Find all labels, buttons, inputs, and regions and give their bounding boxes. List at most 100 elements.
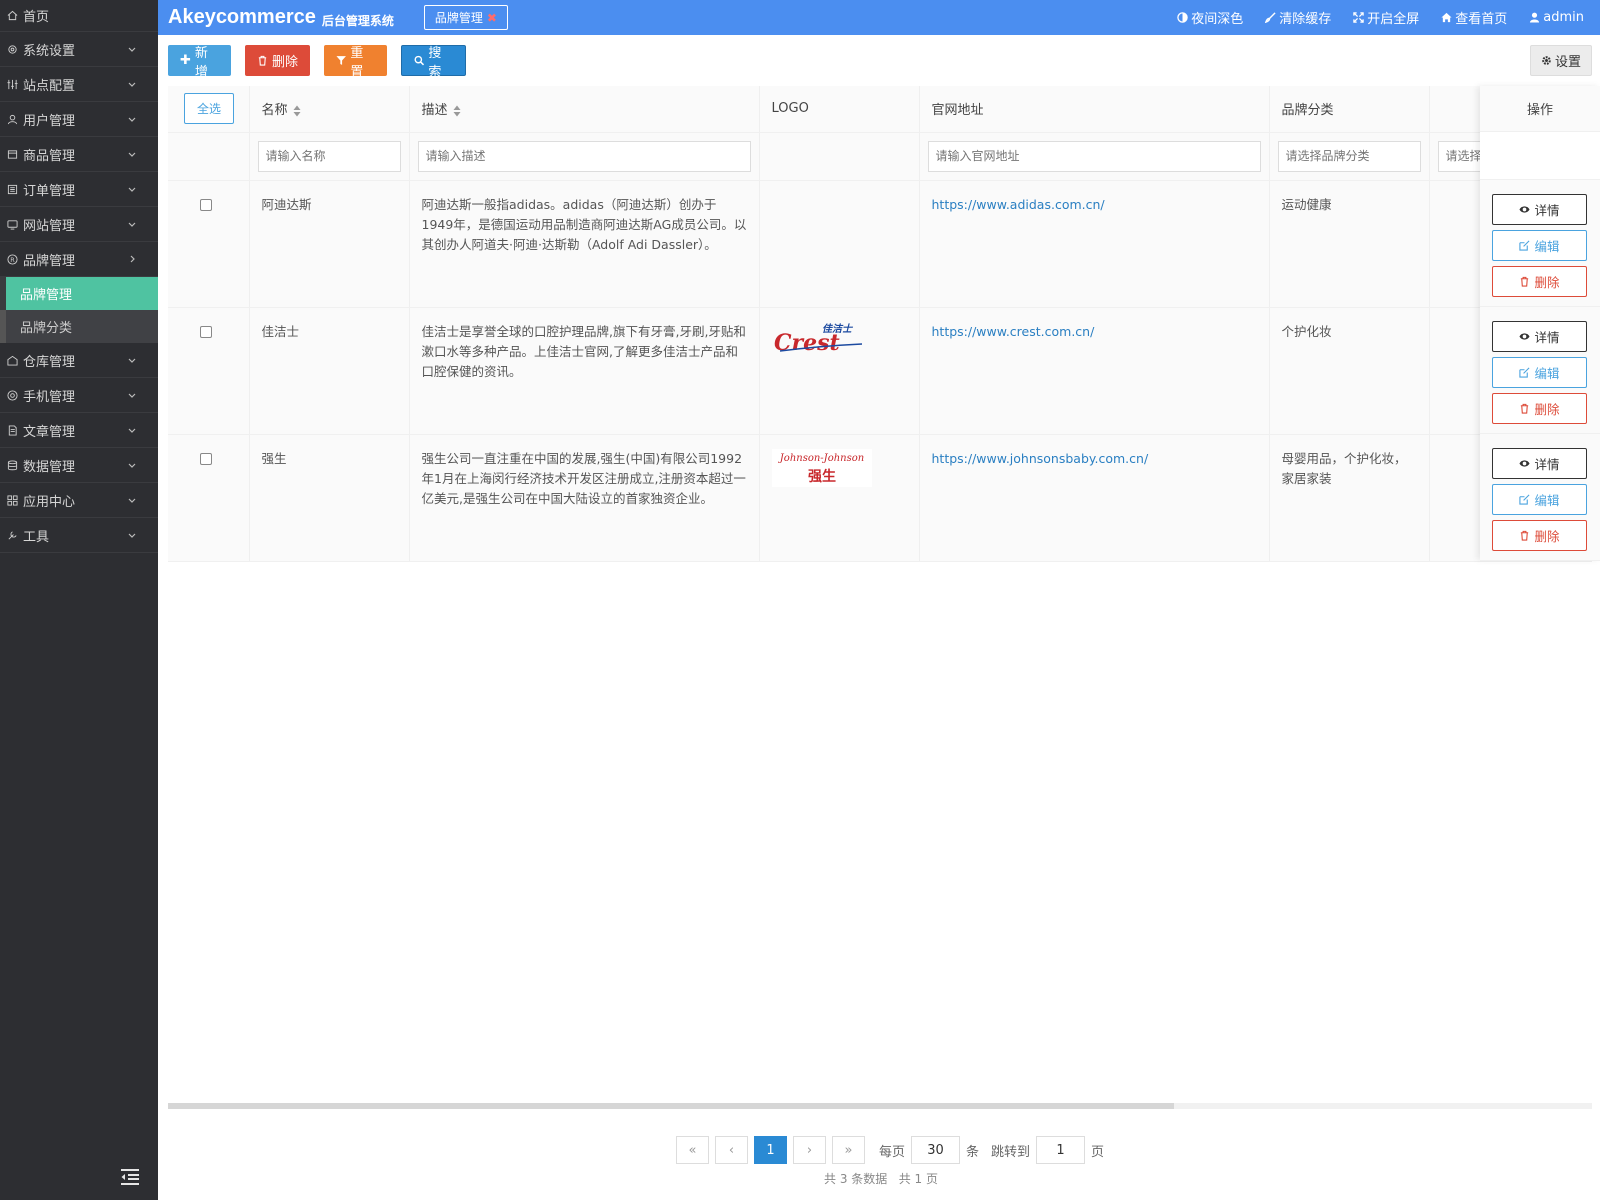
sidebar-subitem-brand-management[interactable]: 品牌管理 xyxy=(0,277,158,310)
page-1-button[interactable]: 1 xyxy=(754,1136,787,1164)
sidebar-item-users[interactable]: 用户管理 xyxy=(0,102,158,137)
brand-website-cell: https://www.crest.com.cn/ xyxy=(919,307,1270,435)
night-mode-link[interactable]: 夜间深色 xyxy=(1177,8,1243,27)
chevron-down-icon xyxy=(128,463,136,468)
first-page-button[interactable]: « xyxy=(676,1136,709,1164)
sidebar-item-orders[interactable]: 订单管理 xyxy=(0,172,158,207)
edit-button[interactable]: 编辑 xyxy=(1492,230,1587,261)
sidebar-item-label: 商品管理 xyxy=(23,148,76,164)
close-icon[interactable]: ✖ xyxy=(487,11,497,25)
brand-logo-cell: Johnson-Johnson 强生 xyxy=(759,434,920,562)
eye-icon xyxy=(1519,206,1531,213)
collapse-sidebar-icon[interactable] xyxy=(120,1168,140,1186)
edit-icon xyxy=(1519,367,1530,378)
website-filter-input[interactable] xyxy=(927,140,1261,172)
brand-logo[interactable]: Akeycommerce xyxy=(168,6,316,29)
sidebar-item-products[interactable]: 商品管理 xyxy=(0,137,158,172)
last-page-button[interactable]: » xyxy=(832,1136,865,1164)
scrollbar-thumb[interactable] xyxy=(168,1103,1174,1109)
globe-icon xyxy=(6,218,19,231)
add-button[interactable]: ✚ 新增 xyxy=(168,45,231,80)
row-checkbox[interactable] xyxy=(200,452,212,465)
list-icon xyxy=(6,183,19,196)
delete-row-button[interactable]: 删除 xyxy=(1492,266,1587,297)
svg-text:R: R xyxy=(10,255,15,263)
search-label: 搜索 xyxy=(428,45,442,80)
detail-button[interactable]: 详情 xyxy=(1492,448,1587,479)
row-checkbox[interactable] xyxy=(200,325,212,338)
reset-button[interactable]: 重置 xyxy=(324,45,387,80)
header-actions: 夜间深色 清除缓存 开启全屏 查看首页 admin xyxy=(1177,8,1584,27)
operations-filter-cell xyxy=(1480,132,1600,180)
sidebar-item-system-settings[interactable]: 系统设置 xyxy=(0,32,158,67)
view-homepage-link[interactable]: 查看首页 xyxy=(1441,8,1507,27)
sidebar-item-brands[interactable]: R 品牌管理 xyxy=(0,242,158,277)
table-row: 阿迪达斯 阿迪达斯一般指adidas。adidas（阿迪达斯）创办于1949年，… xyxy=(168,180,1592,308)
sidebar-item-home[interactable]: 首页 xyxy=(0,0,158,32)
prev-page-button[interactable]: ‹ xyxy=(715,1136,748,1164)
clear-cache-link[interactable]: 清除缓存 xyxy=(1265,8,1331,27)
expand-icon xyxy=(1353,12,1364,23)
detail-button[interactable]: 详情 xyxy=(1492,321,1587,352)
horizontal-scrollbar[interactable] xyxy=(168,1103,1592,1109)
delete-label: 删除 xyxy=(272,55,299,70)
sidebar-item-warehouse[interactable]: 仓库管理 xyxy=(0,343,158,378)
row-checkbox[interactable] xyxy=(200,198,212,211)
brand-website-cell: https://www.adidas.com.cn/ xyxy=(919,180,1270,308)
column-header-description[interactable]: 描述 xyxy=(409,86,760,133)
column-label: 名称 xyxy=(261,103,288,119)
gear-icon xyxy=(6,43,19,56)
admin-user-menu[interactable]: admin xyxy=(1529,10,1584,25)
reset-label: 重置 xyxy=(350,45,364,80)
sidebar-item-label: 系统设置 xyxy=(23,43,76,59)
sidebar-item-site-config[interactable]: 站点配置 xyxy=(0,67,158,102)
brand-website-link[interactable]: https://www.johnsonsbaby.com.cn/ xyxy=(932,451,1149,466)
edit-button[interactable]: 编辑 xyxy=(1492,484,1587,515)
detail-label: 详情 xyxy=(1534,457,1560,472)
chevron-down-icon xyxy=(128,393,136,398)
filter-cell-category xyxy=(1269,132,1430,181)
sidebar-subitem-brand-category[interactable]: 品牌分类 xyxy=(0,310,158,343)
operations-column: 操作 详情 编辑 删除 详情 编辑 删除 详情 编辑 删除 xyxy=(1480,86,1600,561)
sidebar-item-articles[interactable]: 文章管理 xyxy=(0,413,158,448)
sidebar-item-app-center[interactable]: 应用中心 xyxy=(0,483,158,518)
next-page-button[interactable]: › xyxy=(793,1136,826,1164)
toolbar: ✚ 新增 删除 重置 搜索 xyxy=(168,45,466,80)
select-all-button[interactable]: 全选 xyxy=(184,93,234,125)
sidebar-item-phones[interactable]: 手机管理 xyxy=(0,378,158,413)
filter-cell-empty xyxy=(168,132,250,181)
brand-category: 个护化妆 xyxy=(1269,307,1430,435)
jump-to-label: 跳转到 xyxy=(991,1144,1031,1160)
eye-icon xyxy=(1519,460,1531,467)
detail-button[interactable]: 详情 xyxy=(1492,194,1587,225)
tab-brand-management[interactable]: 品牌管理 ✖ xyxy=(423,5,508,30)
sidebar-item-data[interactable]: 数据管理 xyxy=(0,448,158,483)
description-filter-input[interactable] xyxy=(417,140,751,172)
name-filter-input[interactable] xyxy=(257,140,401,172)
table-header-row: 全选 名称 描述 LOGO 官网地址 品牌分类 xyxy=(168,86,1592,133)
gear-icon xyxy=(1542,56,1551,65)
per-page-input[interactable]: 30 xyxy=(911,1136,961,1164)
edit-button[interactable]: 编辑 xyxy=(1492,357,1587,388)
brand-name: 强生 xyxy=(249,434,410,562)
jump-to-input[interactable]: 1 xyxy=(1036,1136,1086,1164)
sidebar-item-website[interactable]: 网站管理 xyxy=(0,207,158,242)
fullscreen-link[interactable]: 开启全屏 xyxy=(1353,8,1419,27)
sort-icon[interactable] xyxy=(453,105,461,117)
category-filter-select[interactable] xyxy=(1277,140,1421,172)
column-header-name[interactable]: 名称 xyxy=(249,86,410,133)
delete-row-button[interactable]: 删除 xyxy=(1492,393,1587,424)
brand-website-link[interactable]: https://www.adidas.com.cn/ xyxy=(932,197,1105,212)
sort-icon[interactable] xyxy=(293,105,301,117)
sidebar-item-tools[interactable]: 工具 xyxy=(0,518,158,553)
delete-row-button[interactable]: 删除 xyxy=(1492,520,1587,551)
search-button[interactable]: 搜索 xyxy=(401,45,466,80)
johnson-logo-chinese: 强生 xyxy=(808,468,836,485)
database-icon xyxy=(6,459,19,472)
brand-website-link[interactable]: https://www.crest.com.cn/ xyxy=(932,324,1095,339)
settings-button[interactable]: 设置 xyxy=(1530,45,1592,76)
column-header-category: 品牌分类 xyxy=(1269,86,1430,133)
search-icon xyxy=(414,55,425,66)
home-icon xyxy=(1441,12,1452,23)
delete-button[interactable]: 删除 xyxy=(245,45,310,76)
